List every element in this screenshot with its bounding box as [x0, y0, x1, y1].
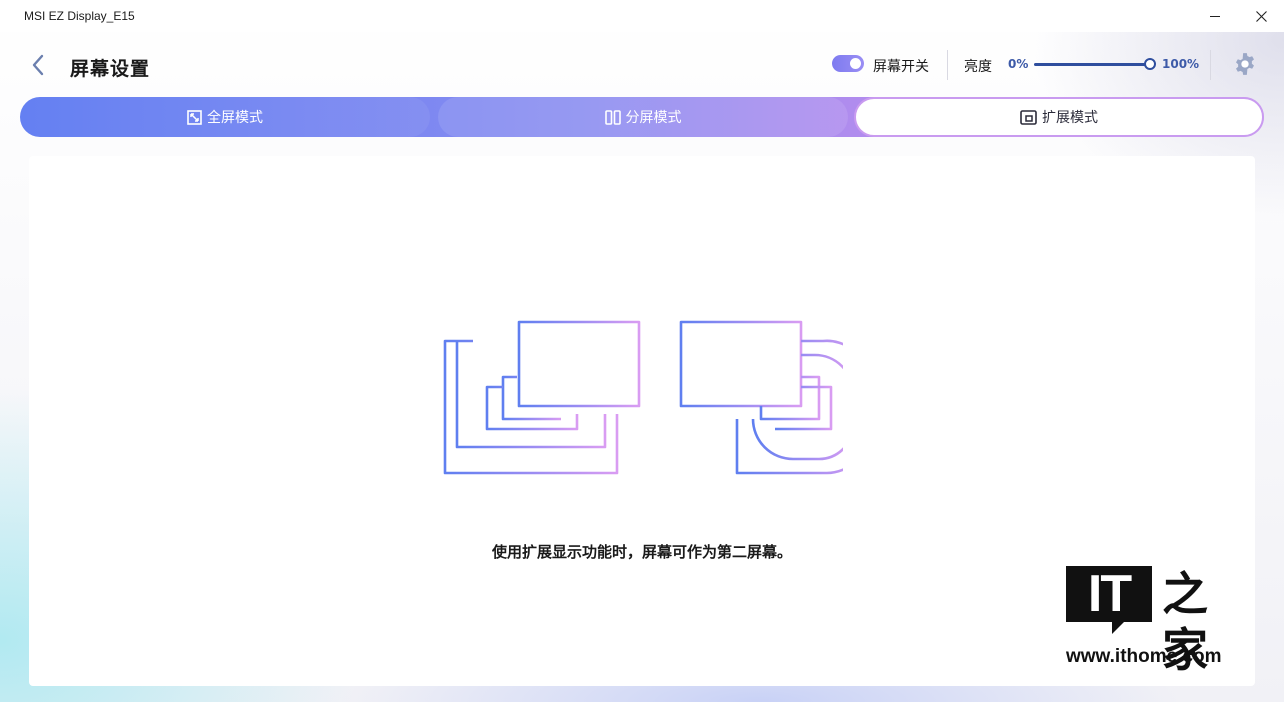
- extended-display-illustration: [443, 320, 843, 475]
- page-title: 屏幕设置: [70, 58, 151, 80]
- minimize-icon: [1210, 15, 1220, 17]
- tab-label: 分屏模式: [625, 110, 682, 126]
- divider: [1210, 50, 1211, 80]
- divider: [947, 50, 948, 80]
- mode-description: 使用扩展显示功能时，屏幕可作为第二屏幕。: [491, 543, 792, 561]
- tab-extend-mode[interactable]: 扩展模式: [854, 97, 1264, 137]
- extend-screen-icon: [1020, 109, 1037, 125]
- tab-split-mode[interactable]: 分屏模式: [438, 97, 848, 137]
- tab-label: 全屏模式: [207, 110, 263, 126]
- screen-switch-toggle[interactable]: [832, 55, 864, 72]
- brightness-label: 亮度: [964, 59, 992, 75]
- app-title: MSI EZ Display_E15: [24, 9, 135, 23]
- watermark-logo-tail: [1112, 622, 1124, 634]
- watermark-logo-it: IT: [1066, 566, 1152, 622]
- gear-icon: [1236, 53, 1254, 75]
- screen-switch-label: 屏幕开关: [873, 59, 929, 75]
- brightness-slider-thumb[interactable]: [1144, 58, 1156, 70]
- tab-label: 扩展模式: [1042, 110, 1098, 126]
- chevron-left-icon: [32, 54, 44, 76]
- settings-button[interactable]: [1231, 50, 1259, 78]
- brightness-slider-track[interactable]: [1034, 63, 1150, 66]
- brightness-max-label: 100%: [1162, 57, 1200, 71]
- fullscreen-icon: [187, 109, 202, 125]
- split-screen-icon: [604, 109, 621, 125]
- brightness-min-label: 0%: [1008, 57, 1029, 71]
- title-bar: MSI EZ Display_E15: [0, 0, 1284, 32]
- close-button[interactable]: [1238, 0, 1284, 32]
- toggle-knob: [850, 58, 861, 69]
- mode-tabs: 全屏模式 分屏模式 扩展模式: [20, 97, 1264, 137]
- tab-fullscreen-mode[interactable]: 全屏模式: [20, 97, 430, 137]
- back-button[interactable]: [26, 52, 50, 78]
- ithome-watermark: IT 之家 www.ithome.com: [1066, 566, 1238, 677]
- close-icon: [1255, 10, 1267, 22]
- app-window: MSI EZ Display_E15 屏幕设置 屏幕开关 亮度 0% 100%: [0, 0, 1284, 702]
- minimize-button[interactable]: [1192, 0, 1238, 32]
- watermark-url: www.ithome.com: [1066, 646, 1222, 667]
